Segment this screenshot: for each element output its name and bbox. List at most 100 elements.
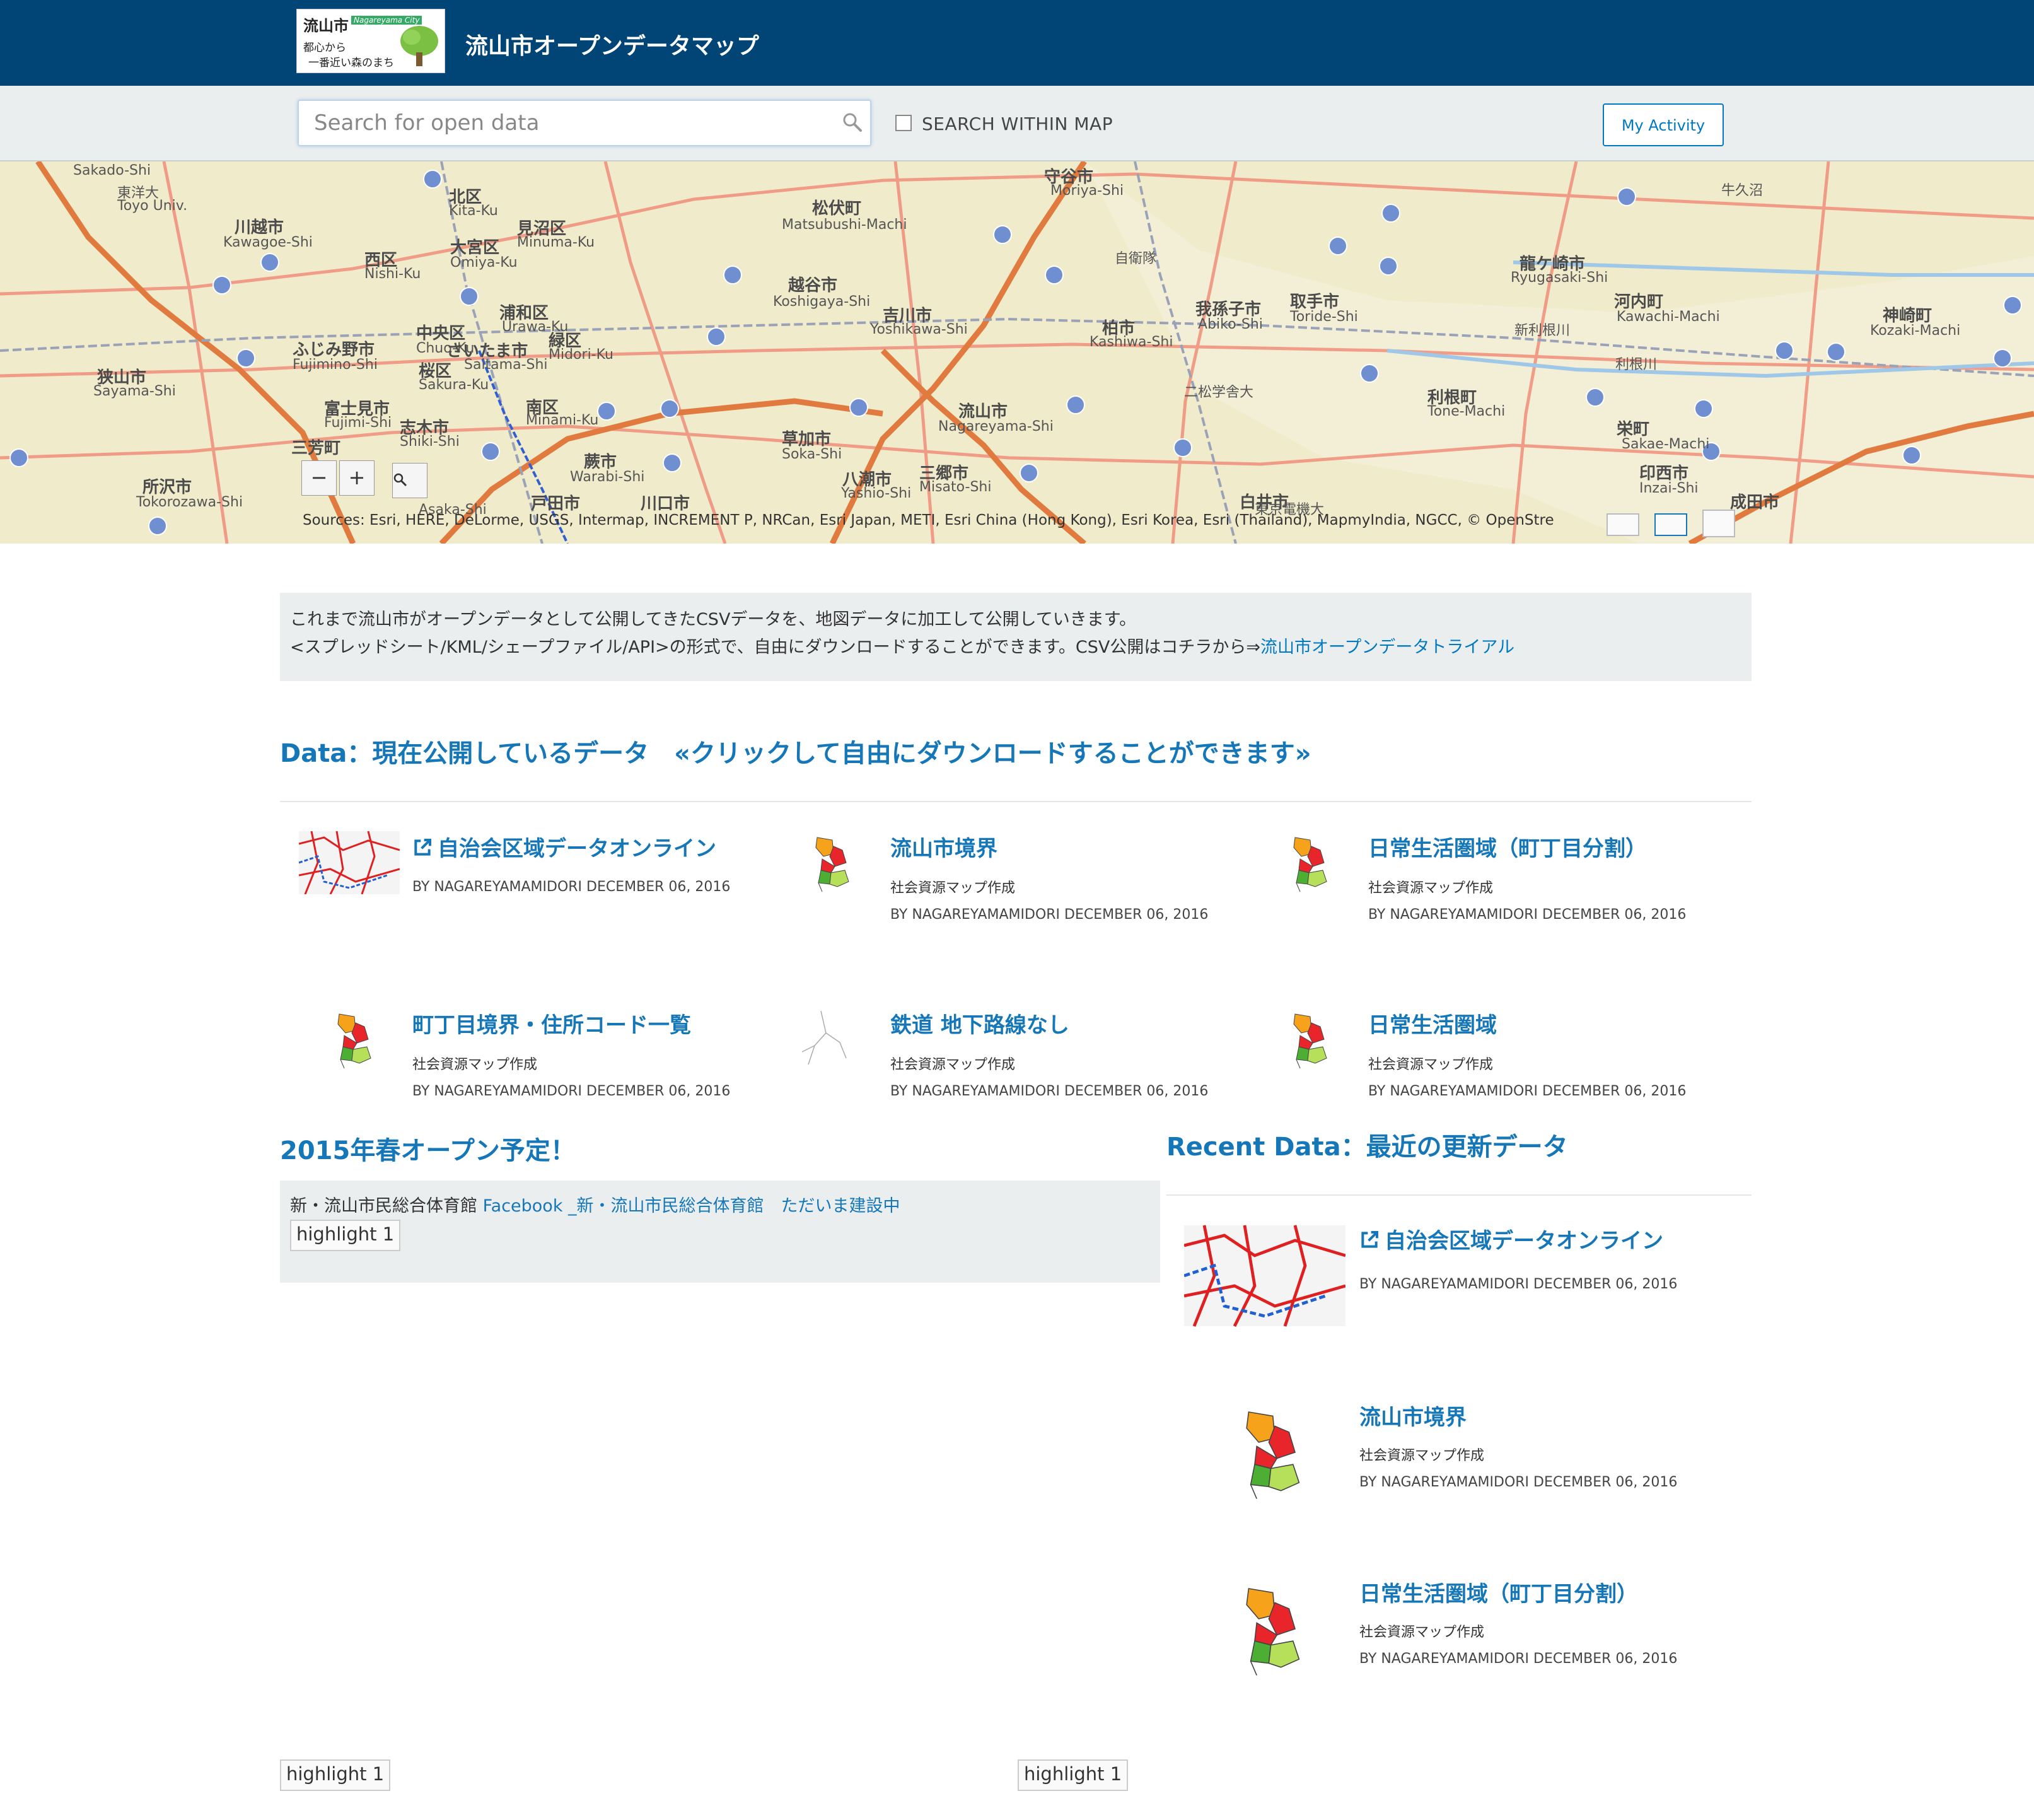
recent-card-title-text[interactable]: 日常生活圏域（町丁目分割） xyxy=(1359,1582,1638,1607)
map-place-label: Misato-Shi xyxy=(919,479,992,495)
data-card-title-text[interactable]: 日常生活圏域 xyxy=(1368,1013,1497,1038)
intro-line-2: <スプレッドシート/KML/シェープファイル/API>の形式で、自由にダウンロー… xyxy=(290,633,1514,658)
map-place-label: Tone-Machi xyxy=(1427,404,1506,419)
tree-icon xyxy=(400,26,438,66)
data-card-thumbnail[interactable] xyxy=(777,1008,878,1073)
map-place-label: Ryugasaki-Shi xyxy=(1511,270,1608,286)
recent-card-meta: BY NAGAREYAMAMIDORI DECEMBER 06, 2016 xyxy=(1359,1474,1678,1490)
zoom-in-button[interactable]: + xyxy=(339,460,375,496)
map-place-label: Toride-Shi xyxy=(1290,309,1358,325)
data-card[interactable]: 日常生活圏域 社会資源マップ作成 BY NAGAREYAMAMIDORI DECEM… xyxy=(1236,990,1702,1097)
map-place-label: Kawachi-Machi xyxy=(1617,309,1720,325)
data-card-title-text[interactable]: 流山市境界 xyxy=(890,836,997,861)
data-card[interactable]: 鉄道 地下路線なし 社会資源マップ作成 BY NAGAREYAMAMIDORI DE… xyxy=(758,990,1224,1097)
site-logo[interactable]: 流山市 Nagareyama City 都心から 一番近い森のまち xyxy=(296,9,445,73)
map-place-label: 成田市 xyxy=(1730,493,1780,512)
map-place-label: 戸田市 xyxy=(531,494,581,513)
data-card-title[interactable]: 日常生活圏域 xyxy=(1368,1008,1497,1039)
map-place-label: Kozaki-Machi xyxy=(1870,323,1961,339)
basemap-switch-2[interactable] xyxy=(1654,513,1687,536)
recent-card-title[interactable]: 自治会区域データオンライン xyxy=(1359,1223,1663,1254)
data-card-title[interactable]: 町丁目境界・住所コード一覧 xyxy=(412,1008,691,1039)
data-card-thumbnail[interactable] xyxy=(1255,1008,1356,1073)
city-boundary-thumbnail-icon xyxy=(1293,837,1327,892)
search-input[interactable] xyxy=(298,100,871,146)
external-link-icon xyxy=(1361,1231,1378,1248)
data-card-thumbnail[interactable] xyxy=(299,1008,400,1073)
recent-card-title-text[interactable]: 自治会区域データオンライン xyxy=(1385,1228,1663,1254)
data-card-meta: BY NAGAREYAMAMIDORI DECEMBER 06, 2016 xyxy=(1368,1083,1687,1097)
recent-data-card[interactable]: 自治会区域データオンライン BY NAGAREYAMAMIDORI DECEMBE… xyxy=(1166,1223,1752,1387)
recent-card-thumbnail[interactable] xyxy=(1184,1577,1345,1684)
map-place-label: Warabi-Shi xyxy=(570,469,645,485)
data-card-title-text[interactable]: 日常生活圏域（町丁目分割） xyxy=(1368,836,1647,861)
recent-card-thumbnail[interactable] xyxy=(1184,1400,1345,1507)
spring-text-prefix: 新・流山市民総合体育館 xyxy=(290,1196,483,1216)
search-icon xyxy=(393,473,407,487)
site-title[interactable]: 流山市オープンデータマップ xyxy=(465,28,759,61)
recent-card-title-text[interactable]: 流山市境界 xyxy=(1359,1405,1467,1430)
data-card-title[interactable]: 鉄道 地下路線なし xyxy=(890,1008,1069,1039)
map-place-label: 自衛隊 xyxy=(1115,251,1157,267)
map-search-button[interactable] xyxy=(392,463,427,498)
city-boundary-thumbnail-icon xyxy=(1293,1013,1327,1069)
map-view[interactable]: Sakado-Shi 東洋大 Toyo Univ. 川越市 Kawagoe-Shi 北区 K… xyxy=(0,161,2034,544)
highlight-image: highlight 1 xyxy=(290,1220,401,1251)
basemap-switch-1[interactable] xyxy=(1607,513,1639,536)
map-place-label: Sakado-Shi xyxy=(73,163,151,178)
data-card[interactable]: 日常生活圏域（町丁目分割） 社会資源マップ作成 BY NAGAREYAMAMIDOR… xyxy=(1236,814,1702,977)
map-place-label: Midori-Ku xyxy=(549,347,613,363)
map-place-label: Abiko-Shi xyxy=(1198,317,1263,332)
map-thumbnail-icon xyxy=(1183,1225,1346,1327)
data-grid: 自治会区域データオンライン BY NAGAREYAMAMIDORI DECEMBE… xyxy=(280,814,1752,1097)
recent-card-subtitle: 社会資源マップ作成 xyxy=(1359,1625,1485,1640)
map-place-label: Sakura-Ku xyxy=(419,377,489,393)
data-card[interactable]: 自治会区域データオンライン BY NAGAREYAMAMIDORI DECEMBE… xyxy=(280,814,747,977)
data-card[interactable]: 流山市境界 社会資源マップ作成 BY NAGAREYAMAMIDORI DECEMB… xyxy=(758,814,1224,977)
map-place-label: 川口市 xyxy=(641,494,690,513)
data-card-title[interactable]: 日常生活圏域（町丁目分割） xyxy=(1368,831,1647,862)
top-header-bar: 流山市 Nagareyama City 都心から 一番近い森のまち 流山市オープ… xyxy=(0,0,2034,86)
map-place-label: 牛久沼 xyxy=(1721,183,1764,199)
map-place-label: Kawagoe-Shi xyxy=(223,235,313,250)
recent-card-title[interactable]: 日常生活圏域（町丁目分割） xyxy=(1359,1577,1638,1607)
search-within-map-checkbox[interactable] xyxy=(895,115,912,131)
map-place-label: Toyo Univ. xyxy=(117,198,188,214)
map-place-label: 二松学舎大 xyxy=(1184,385,1254,400)
data-card-title-text[interactable]: 町丁目境界・住所コード一覧 xyxy=(412,1013,691,1038)
map-place-label: Koshigaya-Shi xyxy=(773,294,871,310)
data-card-thumbnail[interactable] xyxy=(777,831,878,897)
map-place-label: Nishi-Ku xyxy=(364,266,421,282)
facebook-link[interactable]: Facebook _新・流山市民総合体育館 ただいま建設中 xyxy=(483,1196,900,1216)
data-card-title[interactable]: 自治会区域データオンライン xyxy=(412,831,716,862)
search-icon[interactable] xyxy=(841,111,864,134)
map-place-label: Yoshikawa-Shi xyxy=(870,322,968,337)
recent-card-title[interactable]: 流山市境界 xyxy=(1359,1400,1467,1431)
data-card-subtitle: 社会資源マップ作成 xyxy=(890,1057,1016,1073)
recent-card-meta: BY NAGAREYAMAMIDORI DECEMBER 06, 2016 xyxy=(1359,1651,1678,1667)
recent-card-thumbnail[interactable] xyxy=(1183,1223,1346,1331)
my-activity-button[interactable]: My Activity xyxy=(1603,103,1724,146)
logo-slogan-line-2: 一番近い森のまち xyxy=(308,57,394,69)
map-place-label: Kashiwa-Shi xyxy=(1090,334,1173,350)
open-data-trial-link[interactable]: 流山市オープンデータトライアル xyxy=(1260,638,1514,657)
data-card-thumbnail[interactable] xyxy=(298,831,400,897)
divider xyxy=(1166,1194,1752,1196)
intro-panel: これまで流山市がオープンデータとして公開してきたCSVデータを、地図データに加工… xyxy=(280,593,1752,681)
intro-line-1: これまで流山市がオープンデータとして公開してきたCSVデータを、地図データに加工… xyxy=(290,610,1137,629)
data-card-title-text[interactable]: 鉄道 地下路線なし xyxy=(890,1013,1069,1038)
spring-panel: 新・流山市民総合体育館 Facebook _新・流山市民総合体育館 ただいま建設… xyxy=(280,1181,1160,1283)
recent-data-card[interactable]: 日常生活圏域（町丁目分割） 社会資源マップ作成 BY NAGAREYAMAMIDOR… xyxy=(1166,1577,1752,1741)
basemap-switch-3[interactable] xyxy=(1702,510,1735,537)
map-place-label: 三芳町 xyxy=(291,439,341,458)
data-card-thumbnail[interactable] xyxy=(1255,831,1356,897)
search-within-map-label[interactable]: SEARCH WITHIN MAP xyxy=(922,114,1113,134)
data-card-title-text[interactable]: 自治会区域データオンライン xyxy=(438,836,716,861)
data-card[interactable]: 町丁目境界・住所コード一覧 社会資源マップ作成 BY NAGAREYAMAMIDOR… xyxy=(280,990,747,1097)
recent-data-card[interactable]: 流山市境界 社会資源マップ作成 BY NAGAREYAMAMIDORI DECEMB… xyxy=(1166,1400,1752,1564)
zoom-out-button[interactable]: − xyxy=(301,460,337,496)
map-place-label: Matsubushi-Machi xyxy=(782,217,907,233)
external-link-icon xyxy=(414,839,431,856)
data-card-meta: BY NAGAREYAMAMIDORI DECEMBER 06, 2016 xyxy=(890,907,1209,923)
data-card-title[interactable]: 流山市境界 xyxy=(890,831,997,862)
